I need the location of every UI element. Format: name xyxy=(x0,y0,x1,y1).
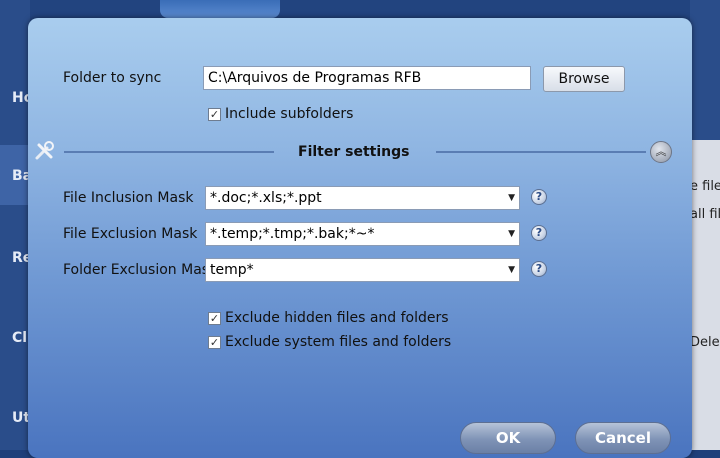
background-nav-item[interactable]: Cl xyxy=(12,330,27,346)
file-exclusion-mask-combo[interactable]: *.temp;*.tmp;*.bak;*~* ▼ xyxy=(205,222,520,246)
chevron-down-icon[interactable]: ▼ xyxy=(508,223,515,245)
filter-divider-left xyxy=(64,151,274,153)
background-sidebar xyxy=(0,0,30,450)
folder-exclusion-mask-label: Folder Exclusion Mask xyxy=(63,262,218,278)
chevron-down-icon[interactable]: ▼ xyxy=(508,259,515,281)
ok-button[interactable]: OK xyxy=(460,422,556,454)
exclude-system-label: Exclude system files and folders xyxy=(225,334,452,350)
exclude-hidden-label: Exclude hidden files and folders xyxy=(225,310,449,326)
background-right-text: all fil xyxy=(690,207,720,222)
exclude-hidden-checkbox[interactable]: ✓ xyxy=(208,312,221,325)
folder-to-sync-label: Folder to sync xyxy=(63,70,162,86)
filter-settings-heading: Filter settings xyxy=(298,144,410,160)
cancel-button[interactable]: Cancel xyxy=(575,422,671,454)
background-right-header xyxy=(690,0,720,140)
background-right-text: e file xyxy=(690,179,720,194)
background-header-image xyxy=(160,0,280,18)
folder-exclusion-mask-combo[interactable]: temp* ▼ xyxy=(205,258,520,282)
tools-icon xyxy=(35,141,54,160)
exclude-system-checkbox[interactable]: ✓ xyxy=(208,336,221,349)
include-subfolders-checkbox[interactable]: ✓ xyxy=(208,108,221,121)
sync-folder-dialog: Folder to sync C:\Arquivos de Programas … xyxy=(28,18,692,458)
help-icon[interactable]: ? xyxy=(531,225,547,241)
folder-exclusion-mask-value: temp* xyxy=(210,262,254,278)
file-exclusion-mask-label: File Exclusion Mask xyxy=(63,226,198,242)
background-right-text: Dele xyxy=(690,335,720,350)
help-icon[interactable]: ? xyxy=(531,189,547,205)
file-inclusion-mask-value: *.doc;*.xls;*.ppt xyxy=(210,190,322,206)
browse-button[interactable]: Browse xyxy=(543,66,625,92)
include-subfolders-label: Include subfolders xyxy=(225,106,354,122)
filter-divider-right xyxy=(436,151,646,153)
file-inclusion-mask-label: File Inclusion Mask xyxy=(63,190,194,206)
collapse-section-icon[interactable]: ︽ xyxy=(650,141,672,163)
file-inclusion-mask-combo[interactable]: *.doc;*.xls;*.ppt ▼ xyxy=(205,186,520,210)
file-exclusion-mask-value: *.temp;*.tmp;*.bak;*~* xyxy=(210,226,375,242)
folder-path-input[interactable]: C:\Arquivos de Programas RFB xyxy=(203,66,531,90)
chevron-down-icon[interactable]: ▼ xyxy=(508,187,515,209)
help-icon[interactable]: ? xyxy=(531,261,547,277)
